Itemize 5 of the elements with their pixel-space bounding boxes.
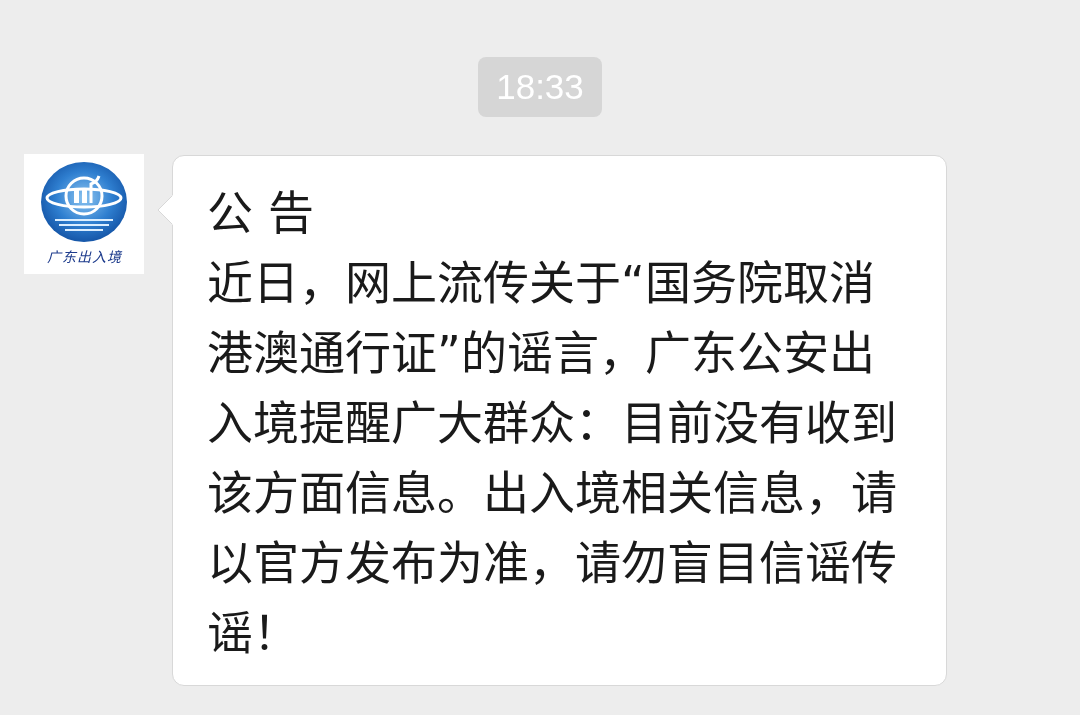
message-text: 近日，网上流传关于“国务院取消港澳通行证”的谣言，广东公安出入境提醒广大群众：目前没有收到该方面信息。出入境相关信息，请以官方发布为准，请勿盲目信谣传谣！ bbox=[207, 255, 898, 662]
emblem-icon bbox=[41, 162, 127, 242]
message-title: 公 告 bbox=[207, 185, 315, 242]
avatar-caption: 广东出入境 bbox=[46, 249, 122, 266]
avatar[interactable]: 广东出入境 bbox=[24, 154, 144, 274]
